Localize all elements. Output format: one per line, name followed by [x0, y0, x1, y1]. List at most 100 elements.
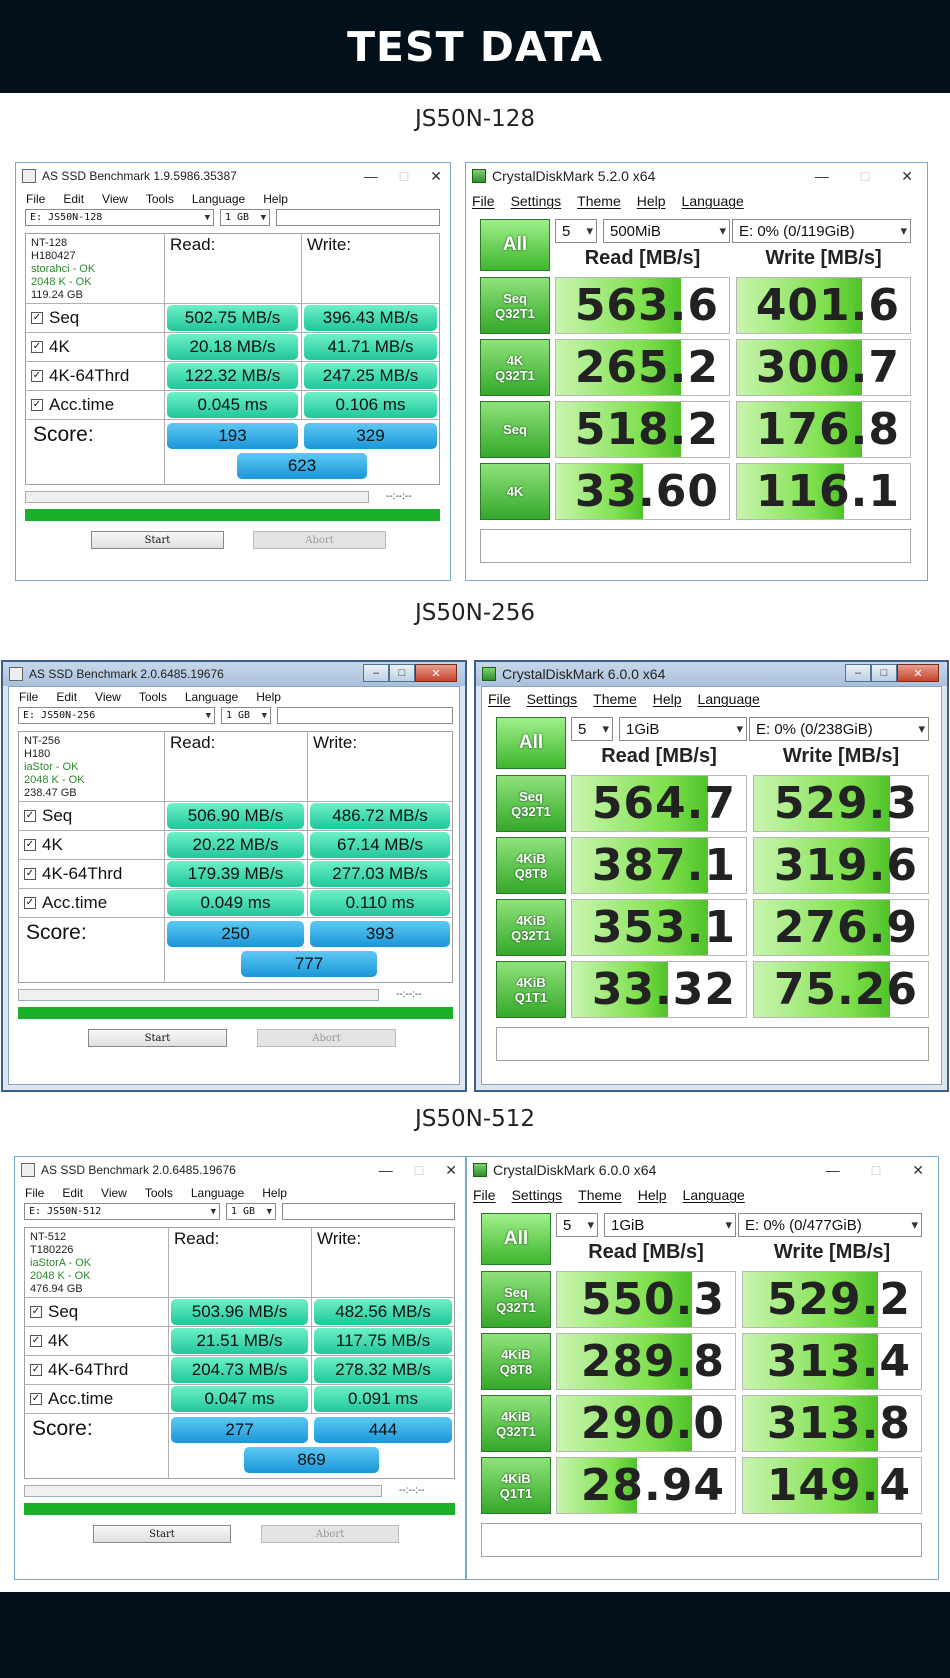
close-icon[interactable]: ✕ — [897, 664, 939, 682]
checkbox-checked-icon[interactable]: ✓ — [30, 1306, 42, 1318]
test-label-seq[interactable]: ✓ Seq — [24, 803, 72, 829]
menu-item-tools[interactable]: Tools — [145, 1186, 173, 1200]
test-button[interactable]: 4KiB Q1T1 — [481, 1457, 551, 1514]
size-select[interactable]: 1GiB ▾ — [619, 717, 747, 741]
all-button[interactable]: All — [480, 219, 550, 271]
result-text-field[interactable] — [277, 707, 453, 724]
drive-select[interactable]: E: 0% (0/119GiB) ▾ — [732, 219, 911, 243]
test-button[interactable]: Seq Q32T1 — [481, 1271, 551, 1328]
test-label-4k[interactable]: ✓ 4K — [24, 832, 63, 858]
test-button[interactable]: Seq Q32T1 — [496, 775, 566, 832]
minimize-icon[interactable]: — — [379, 1162, 393, 1178]
menu-item-help[interactable]: Help — [263, 192, 288, 206]
menu-item-help[interactable]: Help — [653, 691, 682, 707]
close-icon[interactable]: ✕ — [901, 168, 913, 185]
start-button[interactable]: Start — [93, 1525, 231, 1543]
minimize-icon[interactable]: ‒ — [363, 664, 389, 682]
test-label-4k-64thrd[interactable]: ✓ 4K-64Thrd — [30, 1357, 128, 1383]
start-button[interactable]: Start — [91, 531, 224, 549]
drive-select[interactable]: E: 0% (0/238GiB) ▾ — [749, 717, 929, 741]
all-button[interactable]: All — [496, 717, 566, 769]
checkbox-checked-icon[interactable]: ✓ — [31, 399, 43, 411]
menu-item-view[interactable]: View — [101, 1186, 127, 1200]
all-button[interactable]: All — [481, 1213, 551, 1265]
cdm-titlebar[interactable]: CrystalDiskMark 6.0.0 x64 — □ ✕ — [467, 1157, 938, 1183]
menu-item-help[interactable]: Help — [262, 1186, 287, 1200]
menu-item-theme[interactable]: Theme — [578, 1187, 622, 1203]
menu-item-language[interactable]: Language — [682, 193, 744, 209]
size-select[interactable]: 1 GB ▼ — [220, 209, 270, 226]
close-icon[interactable]: ✕ — [430, 168, 442, 185]
as-ssd-titlebar[interactable]: AS SSD Benchmark 2.0.6485.19676 — □ ✕ — [15, 1157, 465, 1183]
close-icon[interactable]: ✕ — [912, 1162, 924, 1179]
drive-select[interactable]: E: JS50N-512 ▼ — [24, 1203, 220, 1220]
menu-item-edit[interactable]: Edit — [62, 1186, 83, 1200]
menu-item-edit[interactable]: Edit — [63, 192, 84, 206]
menu-item-help[interactable]: Help — [256, 690, 281, 704]
menu-item-help[interactable]: Help — [638, 1187, 667, 1203]
drive-select[interactable]: E: JS50N-128 ▼ — [25, 209, 214, 226]
menu-item-view[interactable]: View — [102, 192, 128, 206]
checkbox-checked-icon[interactable]: ✓ — [24, 810, 36, 822]
close-icon[interactable]: ✕ — [445, 1162, 457, 1179]
cdm-titlebar[interactable]: CrystalDiskMark 6.0.0 x64 ‒ □ ✕ — [476, 662, 947, 686]
checkbox-checked-icon[interactable]: ✓ — [30, 1364, 42, 1376]
abort-button[interactable]: Abort — [257, 1029, 396, 1047]
test-button[interactable]: Seq Q32T1 — [480, 277, 550, 334]
result-text-field[interactable] — [282, 1203, 455, 1220]
menu-item-file[interactable]: File — [25, 1186, 44, 1200]
test-button[interactable]: 4K — [480, 463, 550, 520]
checkbox-checked-icon[interactable]: ✓ — [31, 341, 43, 353]
maximize-icon[interactable]: □ — [871, 664, 897, 682]
menu-item-file[interactable]: File — [473, 1187, 496, 1203]
menu-item-language[interactable]: Language — [698, 691, 760, 707]
menu-item-settings[interactable]: Settings — [512, 1187, 563, 1203]
start-button[interactable]: Start — [88, 1029, 227, 1047]
checkbox-checked-icon[interactable]: ✓ — [30, 1335, 42, 1347]
test-button[interactable]: 4KiB Q1T1 — [496, 961, 566, 1018]
menu-item-language[interactable]: Language — [683, 1187, 745, 1203]
count-select[interactable]: 5 ▾ — [571, 717, 613, 741]
menu-item-settings[interactable]: Settings — [511, 193, 562, 209]
minimize-icon[interactable]: — — [826, 1162, 840, 1178]
menu-item-file[interactable]: File — [26, 192, 45, 206]
menu-item-file[interactable]: File — [472, 193, 495, 209]
result-text-field[interactable] — [276, 209, 440, 226]
test-label-4k-64thrd[interactable]: ✓ 4K-64Thrd — [24, 861, 122, 887]
size-select[interactable]: 1 GB ▼ — [221, 707, 271, 724]
test-label-4k[interactable]: ✓ 4K — [31, 334, 70, 360]
checkbox-checked-icon[interactable]: ✓ — [30, 1393, 42, 1405]
test-label-4k[interactable]: ✓ 4K — [30, 1328, 69, 1354]
size-select[interactable]: 500MiB ▾ — [603, 219, 730, 243]
maximize-icon[interactable]: □ — [400, 168, 408, 184]
menu-item-language[interactable]: Language — [185, 690, 238, 704]
comment-field[interactable] — [480, 529, 911, 563]
size-select[interactable]: 1GiB ▾ — [604, 1213, 736, 1237]
checkbox-checked-icon[interactable]: ✓ — [24, 868, 36, 880]
checkbox-checked-icon[interactable]: ✓ — [24, 897, 36, 909]
checkbox-checked-icon[interactable]: ✓ — [24, 839, 36, 851]
comment-field[interactable] — [496, 1027, 929, 1061]
close-icon[interactable]: ✕ — [415, 664, 457, 682]
menu-item-language[interactable]: Language — [191, 1186, 244, 1200]
maximize-icon[interactable]: □ — [415, 1162, 423, 1178]
test-label-seq[interactable]: ✓ Seq — [30, 1299, 78, 1325]
menu-item-view[interactable]: View — [95, 690, 121, 704]
menu-item-language[interactable]: Language — [192, 192, 245, 206]
test-label-acc-time[interactable]: ✓ Acc.time — [31, 392, 114, 418]
drive-select[interactable]: E: 0% (0/477GiB) ▾ — [738, 1213, 922, 1237]
size-select[interactable]: 1 GB ▼ — [226, 1203, 276, 1220]
abort-button[interactable]: Abort — [253, 531, 386, 549]
test-button[interactable]: 4KiB Q8T8 — [496, 837, 566, 894]
test-button[interactable]: 4KiB Q8T8 — [481, 1333, 551, 1390]
test-button[interactable]: 4K Q32T1 — [480, 339, 550, 396]
maximize-icon[interactable]: □ — [389, 664, 415, 682]
comment-field[interactable] — [481, 1523, 922, 1557]
as-ssd-titlebar[interactable]: AS SSD Benchmark 1.9.5986.35387 — □ ✕ — [16, 163, 450, 189]
as-ssd-titlebar[interactable]: AS SSD Benchmark 2.0.6485.19676 ‒ □ ✕ — [3, 662, 465, 686]
count-select[interactable]: 5 ▾ — [556, 1213, 598, 1237]
menu-item-help[interactable]: Help — [637, 193, 666, 209]
maximize-icon[interactable]: □ — [861, 168, 869, 184]
checkbox-checked-icon[interactable]: ✓ — [31, 312, 43, 324]
minimize-icon[interactable]: — — [364, 168, 378, 184]
